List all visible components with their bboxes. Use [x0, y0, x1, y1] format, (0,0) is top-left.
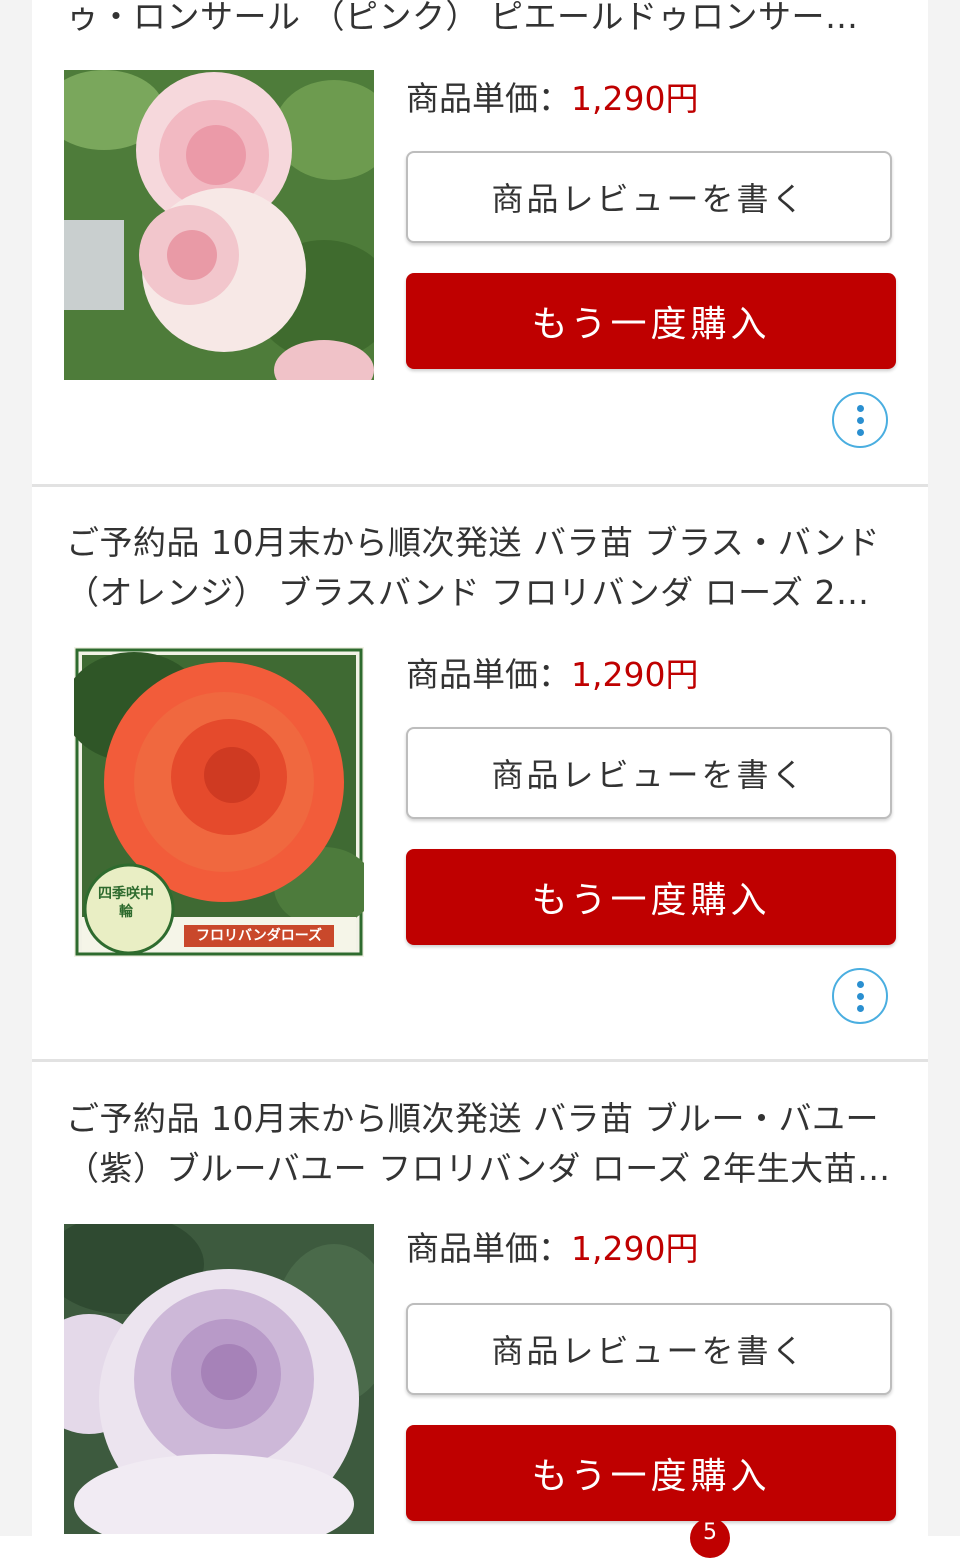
order-item-card: ゥ・ロンサール （ピンク） ピエールドゥロンサー… 商品単価：1,290円 商品… — [32, 0, 928, 484]
product-title-link[interactable]: ご予約品 10月末から順次発送 バラ苗 ブルー・バユー（紫）ブルーバユー フロリ… — [66, 1094, 896, 1194]
buy-again-button[interactable]: もう一度購入 — [406, 849, 896, 945]
order-item-card: ご予約品 10月末から順次発送 バラ苗 ブルー・バユー（紫）ブルーバユー フロリ… — [32, 1062, 928, 1536]
order-history-list: ゥ・ロンサール （ピンク） ピエールドゥロンサー… 商品単価：1,290円 商品… — [32, 0, 928, 1536]
image-badge-text: 四季咲中輪 — [98, 886, 154, 920]
order-item-card: ご予約品 10月末から順次発送 バラ苗 ブラス・バンド（オレンジ） ブラスバンド… — [32, 487, 928, 1059]
unit-price-value: 1,290円 — [571, 655, 699, 694]
purple-rose-image — [64, 1224, 374, 1534]
product-title-link[interactable]: ゥ・ロンサール （ピンク） ピエールドゥロンサー… — [66, 0, 896, 42]
product-thumbnail[interactable]: 四季咲中輪 フロリバンダローズ — [74, 647, 364, 957]
pink-rose-image — [64, 70, 374, 380]
buy-again-button[interactable]: もう一度購入 — [406, 273, 896, 369]
buy-again-button[interactable]: もう一度購入 — [406, 1425, 896, 1521]
more-options-button[interactable] — [832, 968, 888, 1024]
kebab-menu-icon — [856, 404, 864, 412]
unit-price-label: 商品単価： — [406, 655, 571, 694]
unit-price-value: 1,290円 — [571, 79, 699, 118]
write-review-button[interactable]: 商品レビューを書く — [406, 727, 892, 819]
notification-badge[interactable]: 5 — [690, 1518, 730, 1558]
write-review-button[interactable]: 商品レビューを書く — [406, 151, 892, 243]
product-thumbnail[interactable] — [64, 1224, 374, 1534]
unit-price-label: 商品単価： — [406, 79, 571, 118]
image-caption-text: フロリバンダローズ — [196, 928, 322, 944]
write-review-button[interactable]: 商品レビューを書く — [406, 1303, 892, 1395]
unit-price: 商品単価：1,290円 — [406, 72, 698, 120]
product-title-link[interactable]: ご予約品 10月末から順次発送 バラ苗 ブラス・バンド（オレンジ） ブラスバンド… — [66, 518, 896, 618]
unit-price-value: 1,290円 — [571, 1229, 699, 1268]
unit-price: 商品単価：1,290円 — [406, 1222, 698, 1270]
kebab-menu-icon — [856, 980, 864, 988]
unit-price: 商品単価：1,290円 — [406, 648, 698, 696]
more-options-button[interactable] — [832, 392, 888, 448]
product-thumbnail[interactable] — [64, 70, 374, 380]
unit-price-label: 商品単価： — [406, 1229, 571, 1268]
